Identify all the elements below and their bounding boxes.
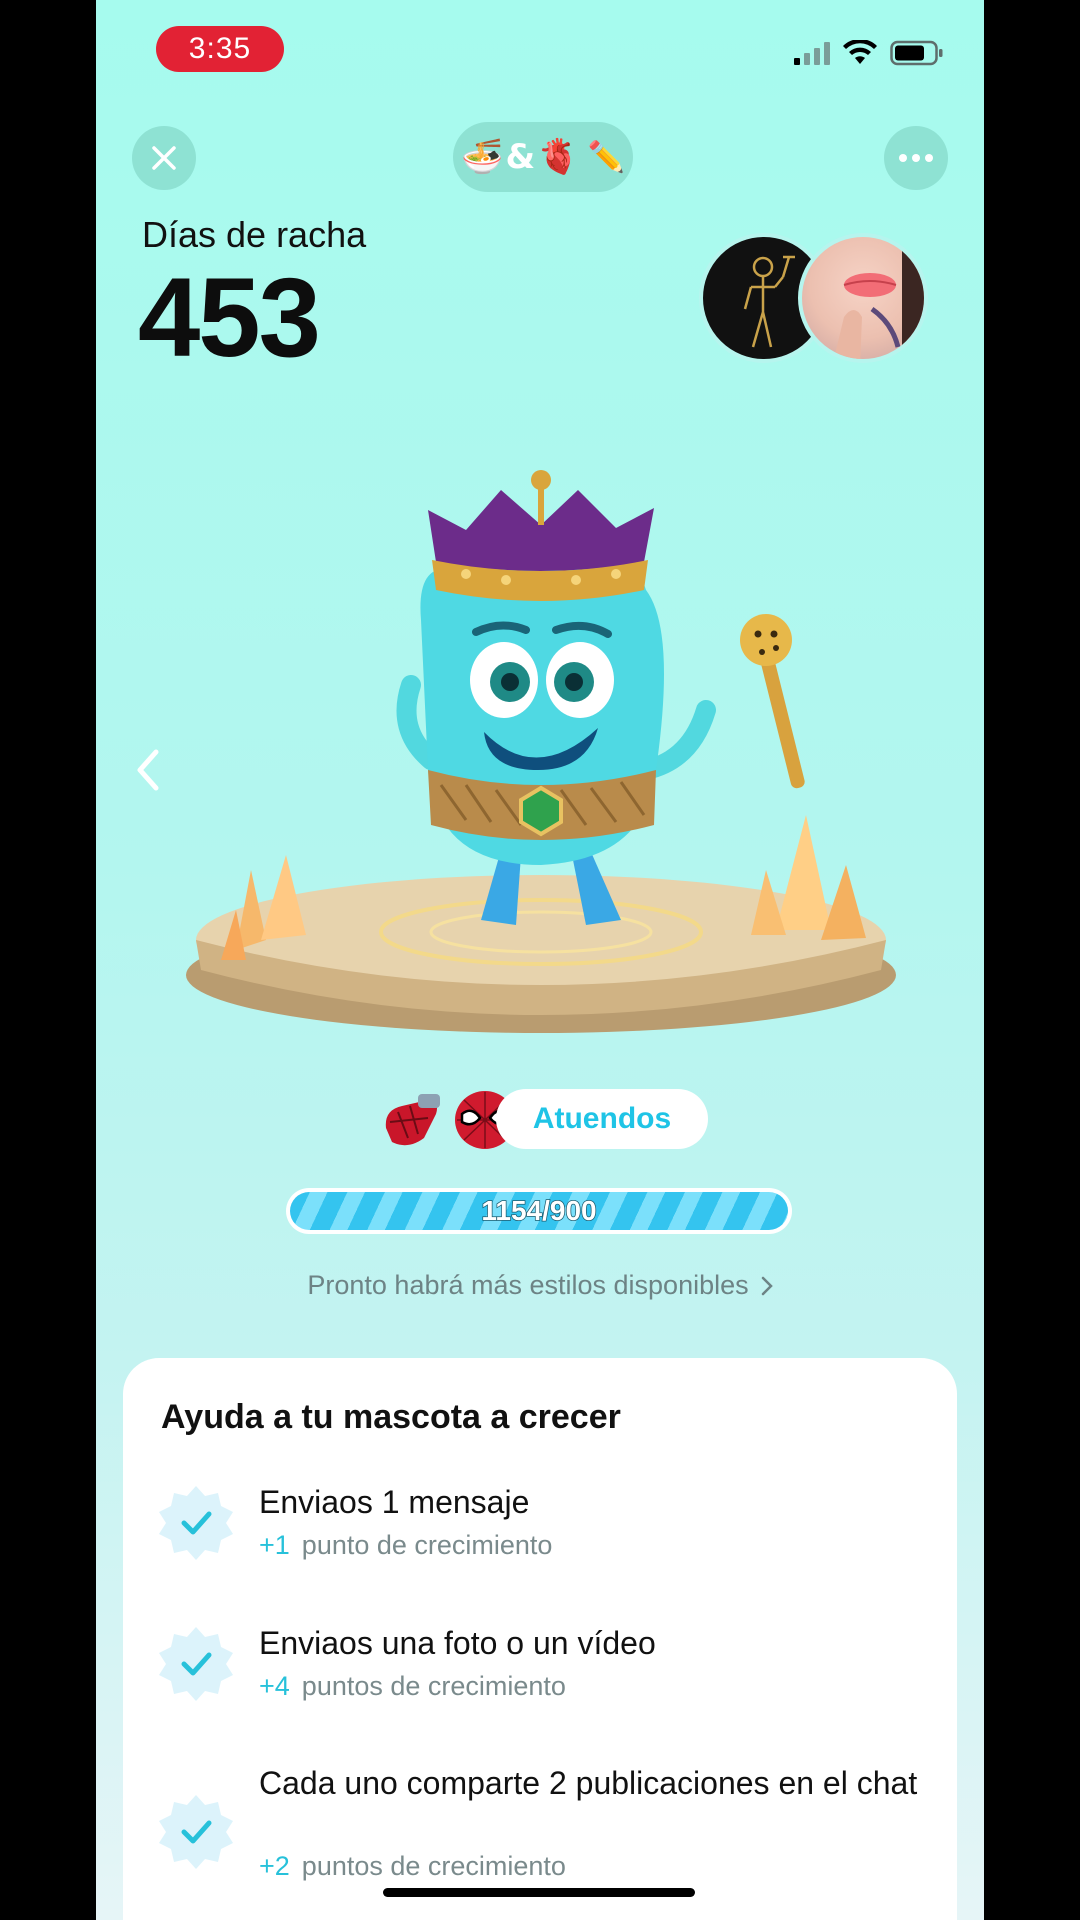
task-title: Cada uno comparte 2 publicaciones en el …: [259, 1765, 918, 1801]
points-value: +4: [259, 1671, 290, 1701]
check-badge-icon: [159, 1795, 233, 1869]
ampersand: &: [505, 137, 536, 177]
streak-count: 453: [138, 255, 321, 380]
previous-pet-chevron-icon[interactable]: [134, 748, 160, 792]
points-label: punto de crecimiento: [301, 1530, 553, 1560]
points-value: +1: [259, 1530, 290, 1560]
close-icon: [152, 146, 176, 170]
heart-emoji-icon: 🫀: [537, 137, 580, 177]
wifi-icon: [843, 40, 877, 64]
task-points: +2 puntos de crecimiento: [259, 1851, 566, 1882]
check-badge-icon: [159, 1486, 233, 1560]
streak-label: Días de racha: [142, 214, 367, 255]
avatar-user-2[interactable]: [798, 233, 928, 363]
card-title: Ayuda a tu mascota a crecer: [161, 1398, 621, 1436]
outfits-button[interactable]: Atuendos: [496, 1089, 708, 1149]
crown: [428, 470, 654, 601]
task-points: +1 punto de crecimiento: [259, 1530, 552, 1561]
battery-icon: [890, 40, 943, 66]
task-title: Enviaos 1 mensaje: [259, 1484, 530, 1520]
cellular-signal-icon: [794, 41, 830, 65]
home-indicator[interactable]: [383, 1888, 695, 1897]
task-points: +4 puntos de crecimiento: [259, 1671, 566, 1702]
noodle-emoji-icon: 🍜: [461, 137, 504, 177]
grow-pet-card: Ayuda a tu mascota a crecer Enviaos 1 me…: [123, 1358, 957, 1920]
chevron-right-icon: [761, 1276, 773, 1295]
progress-text: 1154/900: [481, 1194, 598, 1227]
more-styles-label: Pronto habrá más estilos disponibles: [307, 1270, 749, 1300]
status-icons: [794, 40, 944, 66]
lips-photo-icon: [833, 237, 924, 359]
more-styles-link[interactable]: Pronto habrá más estilos disponibles: [96, 1270, 984, 1301]
close-button[interactable]: [132, 126, 196, 190]
check-badge-icon: [159, 1627, 233, 1701]
spiderman-glove-icon: [385, 1094, 440, 1146]
status-time: 3:35: [156, 26, 284, 72]
points-label: puntos de crecimiento: [301, 1671, 566, 1701]
pencil-edit-icon[interactable]: ✏️: [587, 140, 624, 175]
task-title: Enviaos una foto o un vídeo: [259, 1625, 656, 1661]
more-options-button[interactable]: [884, 126, 948, 190]
more-horizontal-icon: [899, 154, 933, 162]
points-label: puntos de crecimiento: [301, 1851, 566, 1881]
crystals-right: [751, 815, 866, 940]
streak-pet-screen: 3:35 🍜 & 🫀 ✏️ Días de racha 453 Atuendos…: [96, 0, 984, 1920]
leopard-scepter: [740, 614, 805, 789]
pet-illustration[interactable]: [166, 470, 916, 1070]
points-value: +2: [259, 1851, 290, 1881]
pair-emoji-pill[interactable]: 🍜 & 🫀 ✏️: [453, 122, 633, 192]
